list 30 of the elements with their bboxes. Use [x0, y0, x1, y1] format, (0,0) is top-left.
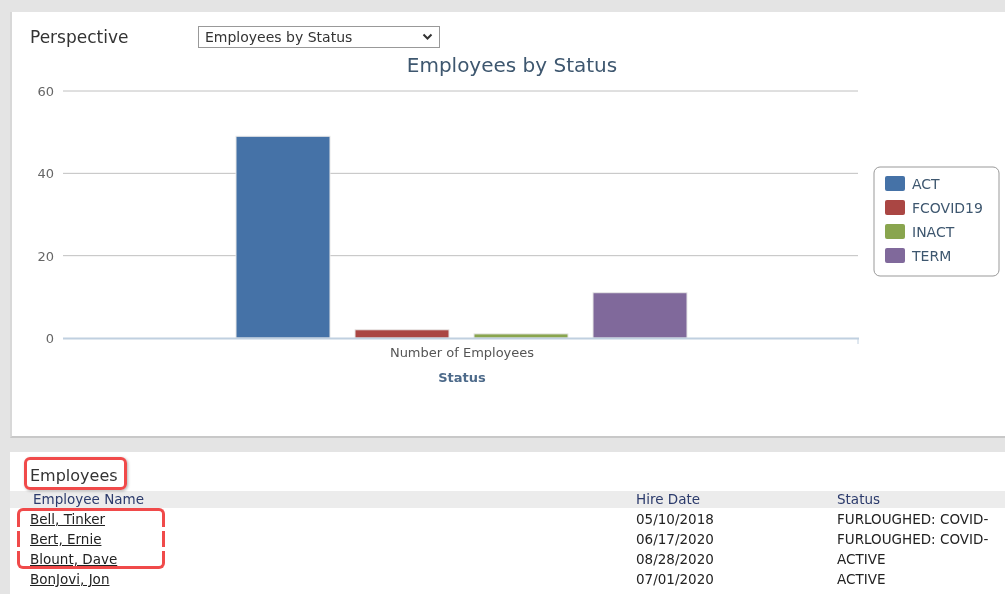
category-label: Number of Employees — [389, 345, 535, 360]
table-cell-text: 06/17/2020 — [636, 531, 715, 547]
table-cell-text: 08/28/2020 — [636, 551, 715, 567]
table-cell: ACTIVE — [837, 571, 886, 587]
y-tick-label: 40 — [37, 166, 54, 182]
table-cell-text: 05/10/2018 — [636, 511, 715, 527]
legend-label: FCOVID19 — [912, 200, 983, 216]
x-axis-title: Status — [438, 370, 486, 385]
y-tick-label: 20 — [37, 248, 54, 264]
y-tick-label: 0 — [45, 331, 54, 346]
table-cell-text: 07/01/2020 — [636, 571, 715, 587]
employee-link[interactable]: Blount, Dave — [30, 551, 118, 567]
table-cell: FURLOUGHED: COVID- — [837, 511, 989, 527]
table-cell: FURLOUGHED: COVID- — [837, 531, 989, 547]
y-tick-label: 60 — [37, 84, 54, 99]
perspective-label: Perspective — [30, 27, 130, 47]
legend-label: ACT — [912, 176, 940, 192]
perspective-dropdown[interactable]: Employees by Status — [198, 26, 440, 48]
employee-link[interactable]: Bert, Ernie — [30, 531, 102, 547]
table-cell: ACTIVE — [837, 551, 886, 567]
legend-label: INACT — [912, 224, 955, 240]
employee-link[interactable]: Bell, Tinker — [30, 511, 105, 527]
column-header: Employee Name — [32, 491, 145, 508]
section-title: Employees — [30, 466, 118, 485]
column-header: Status — [837, 491, 881, 508]
legend-label: TERM — [912, 248, 952, 264]
employee-link[interactable]: BonJovi, Jon — [30, 571, 110, 587]
chart-title: Employees by Status — [406, 53, 618, 77]
chevron-down-icon — [422, 33, 433, 41]
column-header: Hire Date — [636, 491, 702, 508]
